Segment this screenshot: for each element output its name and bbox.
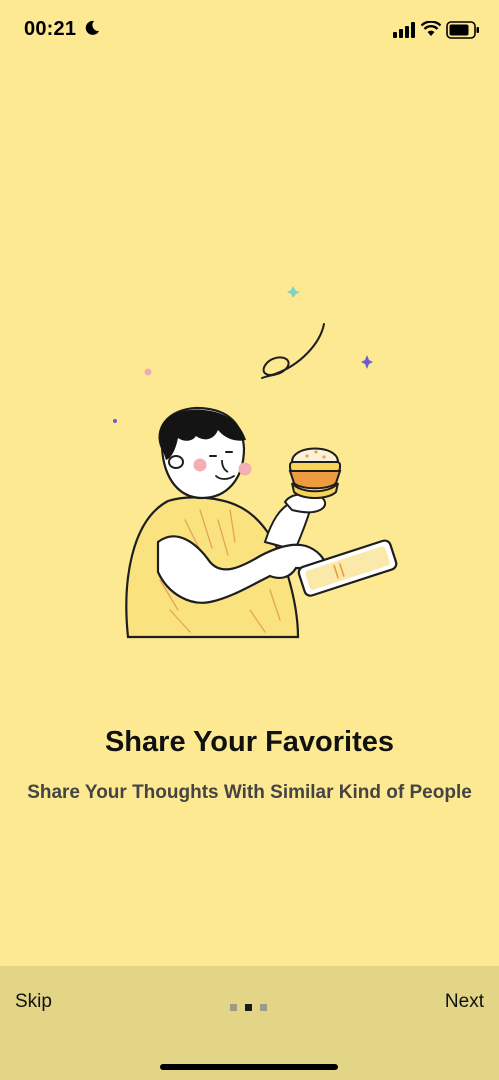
wifi-icon: [421, 21, 441, 36]
onboarding-subtitle: Share Your Thoughts With Similar Kind of…: [27, 782, 472, 803]
skip-button[interactable]: Skip: [15, 991, 52, 1013]
home-indicator[interactable]: [160, 1064, 338, 1070]
status-time: 00:21: [24, 18, 77, 40]
page-dot: [260, 1004, 267, 1011]
next-button[interactable]: Next: [445, 991, 484, 1013]
onboarding-title: Share Your Favorites: [104, 726, 395, 758]
moon-icon: [85, 20, 99, 35]
onboarding-illustration: [113, 286, 398, 639]
page-dot: [230, 1004, 237, 1011]
status-bar: 00:21: [0, 0, 499, 60]
cellular-signal-icon: [393, 22, 415, 38]
page-dot-active: [245, 1004, 252, 1011]
bottom-navigation-bar: Skip Next: [0, 966, 499, 1080]
page-indicator: [230, 998, 275, 1011]
battery-icon: [446, 21, 479, 39]
